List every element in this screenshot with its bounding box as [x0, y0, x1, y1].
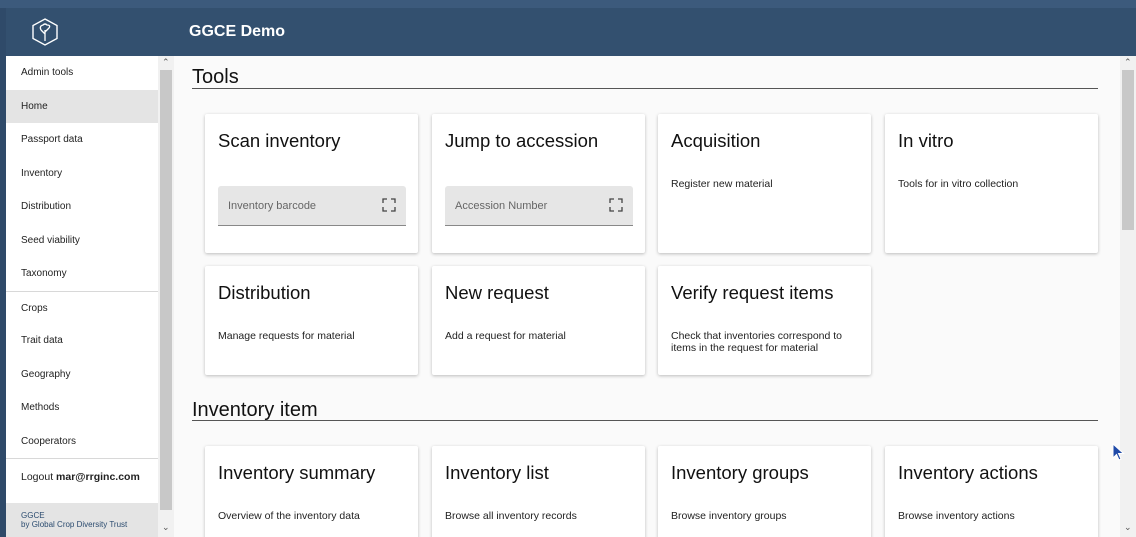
card-title: Verify request items: [671, 282, 834, 303]
logout-label: Logout: [21, 471, 54, 483]
accession-number-placeholder: Accession Number: [455, 200, 548, 212]
sidebar-item-cooperators[interactable]: Cooperators: [6, 425, 158, 459]
logout-user: mar@rrginc.com: [56, 471, 140, 483]
card-inventory-groups[interactable]: Inventory groups Browse inventory groups: [658, 446, 871, 537]
card-title: Distribution: [218, 282, 311, 303]
card-inventory-summary[interactable]: Inventory summary Overview of the invent…: [205, 446, 418, 537]
sidebar-footer: GGCE by Global Crop Diversity Trust: [6, 503, 158, 537]
sidebar-item-home[interactable]: Home: [6, 89, 158, 123]
card-inventory-list[interactable]: Inventory list Browse all inventory reco…: [432, 446, 645, 537]
mouse-pointer-icon: [1112, 443, 1125, 461]
sidebar-item-trait-data[interactable]: Trait data: [6, 324, 158, 358]
tree-logo-icon[interactable]: [32, 18, 58, 46]
sidebar: Admin tools Home Passport data Inventory…: [6, 56, 174, 537]
chevron-down-icon[interactable]: ⌄: [1124, 522, 1132, 533]
card-new-request[interactable]: New request Add a request for material: [432, 266, 645, 375]
card-scan-inventory[interactable]: Scan inventory Inventory barcode: [205, 114, 418, 253]
card-description: Manage requests for material: [218, 330, 355, 342]
footer-credit: by Global Crop Diversity Trust: [21, 520, 158, 529]
chevron-up-icon[interactable]: ⌃: [1124, 57, 1132, 68]
card-title: Inventory summary: [218, 462, 376, 483]
sidebar-item-seed-viability[interactable]: Seed viability: [6, 224, 158, 258]
card-in-vitro[interactable]: In vitro Tools for in vitro collection: [885, 114, 1098, 253]
footer-brand-link[interactable]: Global Crop Diversity Trust: [32, 520, 128, 529]
card-title: Jump to accession: [445, 130, 599, 151]
app-bar: GGCE Demo: [6, 8, 1136, 56]
section-title-tools: Tools: [192, 66, 239, 88]
section-title-inventory-item: Inventory item: [192, 399, 318, 421]
scan-frame-icon[interactable]: [382, 198, 396, 212]
card-distribution[interactable]: Distribution Manage requests for materia…: [205, 266, 418, 375]
app-window: GGCE Demo Admin tools Home Passport data…: [0, 0, 1136, 537]
card-description: Add a request for material: [445, 330, 566, 342]
card-jump-to-accession[interactable]: Jump to accession Accession Number: [432, 114, 645, 253]
main-content: Tools Scan inventory Inventory barcode J…: [174, 56, 1120, 537]
card-acquisition[interactable]: Acquisition Register new material: [658, 114, 871, 253]
sidebar-nav: Admin tools Home Passport data Inventory…: [6, 56, 158, 494]
sidebar-item-taxonomy[interactable]: Taxonomy: [6, 257, 158, 291]
card-description: Browse all inventory records: [445, 510, 577, 522]
accession-number-field[interactable]: Accession Number: [445, 186, 633, 226]
sidebar-item-distribution[interactable]: Distribution: [6, 190, 158, 224]
sidebar-item-passport-data[interactable]: Passport data: [6, 123, 158, 157]
card-title: Acquisition: [671, 130, 761, 151]
app-title: GGCE Demo: [189, 23, 286, 40]
card-description: Tools for in vitro collection: [898, 178, 1019, 190]
footer-by: by: [21, 520, 30, 529]
scan-frame-icon[interactable]: [609, 198, 623, 212]
window-top-border: [0, 0, 1136, 8]
card-title: New request: [445, 282, 549, 303]
card-title: Scan inventory: [218, 130, 341, 151]
card-description: Browse inventory groups: [671, 510, 787, 522]
main-scroll-thumb[interactable]: [1122, 70, 1134, 230]
inventory-barcode-placeholder: Inventory barcode: [228, 200, 317, 212]
logout-link[interactable]: Logout mar@rrginc.com: [6, 458, 158, 494]
card-title: Inventory actions: [898, 462, 1038, 483]
chevron-up-icon[interactable]: ⌃: [162, 57, 170, 68]
card-verify-request-items[interactable]: Verify request items Check that inventor…: [658, 266, 871, 375]
card-description: Check that inventories correspond to ite…: [671, 330, 843, 354]
card-title: Inventory list: [445, 462, 549, 483]
sidebar-scrollbar[interactable]: ⌃ ⌄: [158, 56, 174, 537]
sidebar-item-geography[interactable]: Geography: [6, 358, 158, 392]
inventory-barcode-field[interactable]: Inventory barcode: [218, 186, 406, 226]
card-description: Register new material: [671, 178, 773, 190]
main-scrollbar[interactable]: ⌃ ⌄: [1120, 56, 1136, 537]
section-divider: [192, 88, 1098, 89]
sidebar-scroll-thumb[interactable]: [160, 70, 172, 510]
chevron-down-icon[interactable]: ⌄: [162, 522, 170, 533]
card-title: Inventory groups: [671, 462, 809, 483]
sidebar-item-crops[interactable]: Crops: [6, 290, 158, 325]
card-inventory-actions[interactable]: Inventory actions Browse inventory actio…: [885, 446, 1098, 537]
sidebar-item-methods[interactable]: Methods: [6, 391, 158, 425]
section-divider: [192, 420, 1098, 421]
card-description: Browse inventory actions: [898, 510, 1015, 522]
card-title: In vitro: [898, 130, 954, 151]
sidebar-item-inventory[interactable]: Inventory: [6, 157, 158, 191]
sidebar-item-admin-tools[interactable]: Admin tools: [6, 56, 158, 90]
card-description: Overview of the inventory data: [218, 510, 360, 522]
footer-product: GGCE: [21, 511, 45, 520]
